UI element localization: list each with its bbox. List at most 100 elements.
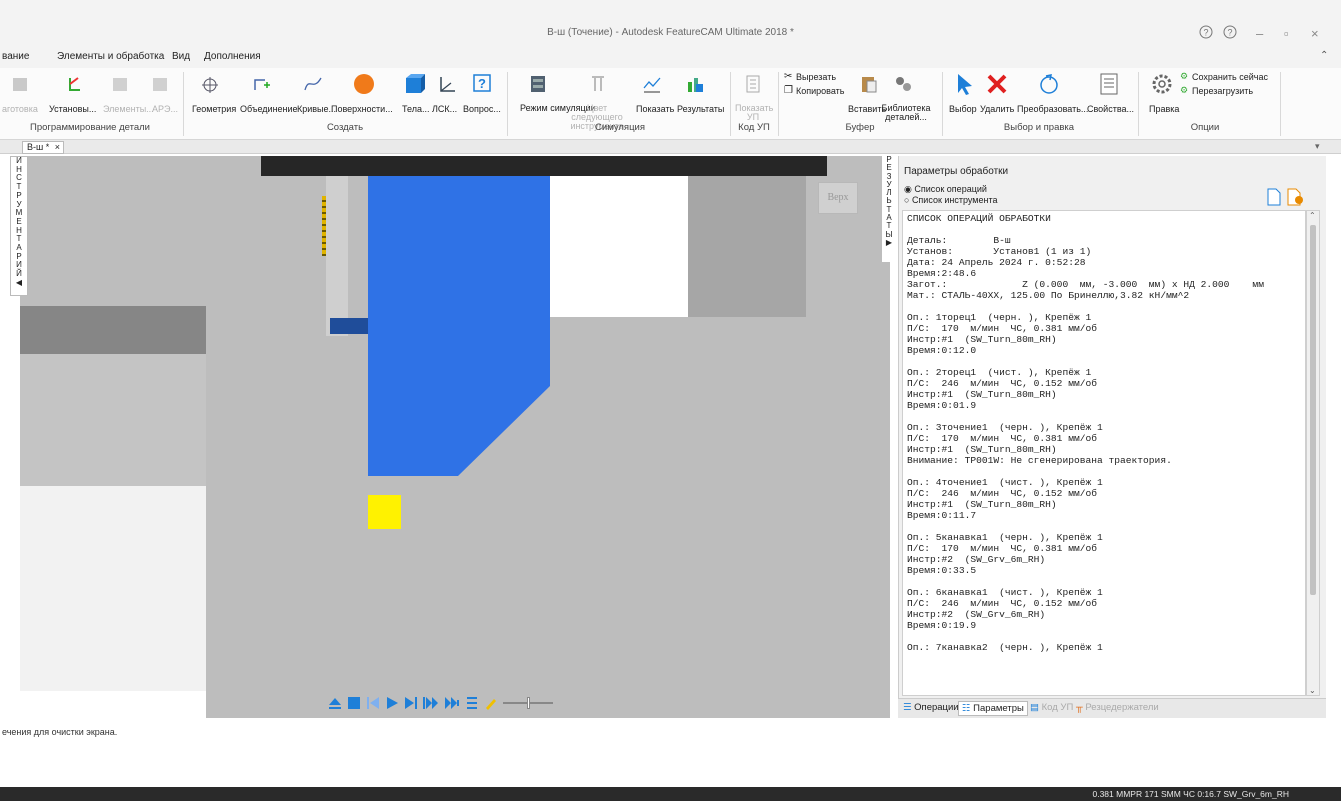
- solids-label[interactable]: Тела...: [402, 104, 429, 114]
- document-tab[interactable]: В-ш * ×: [22, 141, 64, 154]
- step-forward-icon[interactable]: [404, 696, 418, 710]
- expand-arrow-icon[interactable]: ▶: [882, 238, 896, 247]
- eject-icon[interactable]: [328, 696, 342, 710]
- sim-options-icon[interactable]: [465, 696, 479, 710]
- listing-scrollbar[interactable]: ⌃ ⌄: [1306, 210, 1320, 696]
- next-tool-color-icon[interactable]: [588, 74, 608, 97]
- edit-options-label[interactable]: Правка: [1149, 104, 1179, 114]
- operation-listing[interactable]: СПИСОК ОПЕРАЦИЙ ОБРАБОТКИ Деталь: В-ш Уст…: [902, 210, 1306, 696]
- curves-icon[interactable]: [303, 74, 323, 97]
- part-library-icon[interactable]: [893, 74, 913, 97]
- combine-label[interactable]: Объединение: [240, 104, 298, 114]
- minimize-button[interactable]: –: [1256, 26, 1263, 41]
- transform-label[interactable]: Преобразовать...: [1017, 104, 1088, 114]
- query-label[interactable]: Вопрос...: [463, 104, 501, 114]
- info-icon[interactable]: ?: [1222, 24, 1238, 43]
- setups-button[interactable]: [64, 74, 84, 97]
- viewport[interactable]: Верх: [20, 156, 890, 718]
- geometry-label[interactable]: Геометрия: [192, 104, 236, 114]
- tab-operations[interactable]: ☰ Операции: [900, 701, 962, 716]
- listing-line: Установ: Установ1 (1 из 1): [907, 246, 1092, 257]
- play-icon[interactable]: [385, 696, 399, 710]
- query-icon[interactable]: ?: [472, 73, 492, 96]
- scroll-down-icon[interactable]: ⌄: [1309, 686, 1316, 695]
- properties-label[interactable]: Свойства...: [1087, 104, 1134, 114]
- ribbon-separator: [942, 72, 943, 136]
- step-back-icon[interactable]: [366, 696, 380, 710]
- results-label[interactable]: Результаты: [677, 104, 724, 114]
- holder-clamp: [330, 318, 370, 334]
- surfaces-label[interactable]: Поверхности...: [331, 104, 393, 114]
- restore-button[interactable]: ▫: [1284, 26, 1289, 41]
- surfaces-icon[interactable]: [352, 72, 376, 99]
- tab-nc-code[interactable]: ▤ Код УП: [1027, 701, 1076, 716]
- results-vertical-tab[interactable]: РЕЗУЛЬТАТЫ ▶: [882, 155, 896, 262]
- scroll-up-icon[interactable]: ⌃: [1309, 211, 1316, 220]
- ucs-label[interactable]: ЛСК...: [432, 104, 457, 114]
- sim-mode-icon[interactable]: [528, 74, 548, 97]
- combine-icon[interactable]: [252, 74, 272, 97]
- geometry-icon[interactable]: [200, 74, 220, 97]
- fast-forward-icon[interactable]: [444, 696, 460, 710]
- listing-line: П/С: 246 м/мин ЧС, 0.152 мм/об: [907, 488, 1097, 499]
- part-library-label[interactable]: Библиотека деталей...: [881, 104, 931, 122]
- cut-icon[interactable]: ✂: [784, 71, 792, 82]
- show-icon[interactable]: [642, 74, 662, 97]
- menu-item-view[interactable]: Вид: [172, 51, 190, 62]
- menu-item-addons[interactable]: Дополнения: [204, 51, 261, 62]
- menu-item-features[interactable]: Элементы и обработка: [57, 51, 164, 62]
- solids-icon[interactable]: [403, 72, 427, 99]
- listing-line: Оп.: 6канавка1 (чист. ), Крепёж 1: [907, 587, 1103, 598]
- group-label-simulation: Симуляция: [595, 122, 645, 133]
- ribbon-separator: [1138, 72, 1139, 136]
- copy-button[interactable]: Копировать: [796, 86, 844, 96]
- radio-tools-list[interactable]: ○ Список инструмента: [904, 195, 998, 205]
- ucs-icon[interactable]: [437, 74, 457, 97]
- help-icon[interactable]: ?: [1198, 24, 1214, 43]
- next-op-icon[interactable]: [423, 696, 439, 710]
- listing-line: Время:0:19.9: [907, 620, 977, 631]
- view-cube-top[interactable]: Верх: [818, 182, 858, 214]
- features-label: Элементы...: [103, 104, 154, 114]
- sim-speed-slider[interactable]: [503, 697, 553, 709]
- listing-line: Деталь: В-ш: [907, 235, 1011, 246]
- ribbon-collapse-icon[interactable]: ⌃: [1320, 50, 1328, 61]
- copy-icon[interactable]: ❐: [784, 85, 793, 96]
- listing-line: Внимание: TP001W: Не сгенерирована траек…: [907, 455, 1172, 466]
- results-icon[interactable]: [684, 74, 704, 97]
- select-label[interactable]: Выбор: [949, 104, 977, 114]
- document-tab-label: В-ш *: [27, 142, 50, 152]
- menu-item-file[interactable]: вание: [2, 51, 29, 62]
- export-doc-icon[interactable]: [1285, 188, 1305, 209]
- scroll-thumb[interactable]: [1310, 225, 1316, 595]
- tab-tool-holders[interactable]: ╥ Резцедержатели: [1073, 701, 1162, 716]
- properties-icon[interactable]: [1099, 72, 1119, 99]
- toolbox-vertical-tab[interactable]: ИНСТРУМЕНТАРИЙ ◀: [10, 156, 28, 296]
- new-doc-icon[interactable]: [1265, 188, 1283, 209]
- show-label[interactable]: Показать: [636, 104, 674, 114]
- show-nc-icon[interactable]: [743, 74, 763, 97]
- select-cursor-icon[interactable]: [954, 72, 976, 99]
- delete-x-icon[interactable]: [985, 72, 1009, 99]
- paste-icon[interactable]: [858, 74, 878, 97]
- save-now-icon[interactable]: ⚙: [1180, 71, 1188, 82]
- show-nc-label[interactable]: Показать УП: [735, 104, 773, 122]
- cut-button[interactable]: Вырезать: [796, 72, 836, 82]
- save-now-button[interactable]: Сохранить сейчас: [1192, 72, 1268, 82]
- reload-icon[interactable]: ⚙: [1180, 85, 1188, 96]
- afr-button[interactable]: [150, 74, 170, 97]
- tab-parameters[interactable]: ☷ Параметры: [958, 701, 1028, 716]
- delete-label[interactable]: Удалить: [980, 104, 1014, 114]
- close-button[interactable]: ×: [1311, 26, 1319, 41]
- radio-operations-list[interactable]: ◉ Список операций: [904, 184, 987, 195]
- stock-button[interactable]: [10, 74, 30, 97]
- reload-button[interactable]: Перезагрузить: [1192, 86, 1253, 96]
- settings-gear-icon[interactable]: [1150, 72, 1174, 99]
- collapse-arrow-icon[interactable]: ◀: [11, 278, 27, 288]
- tab-close-icon[interactable]: ×: [55, 142, 60, 152]
- features-button[interactable]: [110, 74, 130, 97]
- marker-icon[interactable]: [484, 696, 498, 710]
- stop-icon[interactable]: [347, 696, 361, 710]
- tab-dropdown-icon[interactable]: ▾: [1315, 141, 1320, 152]
- transform-icon[interactable]: [1037, 72, 1061, 99]
